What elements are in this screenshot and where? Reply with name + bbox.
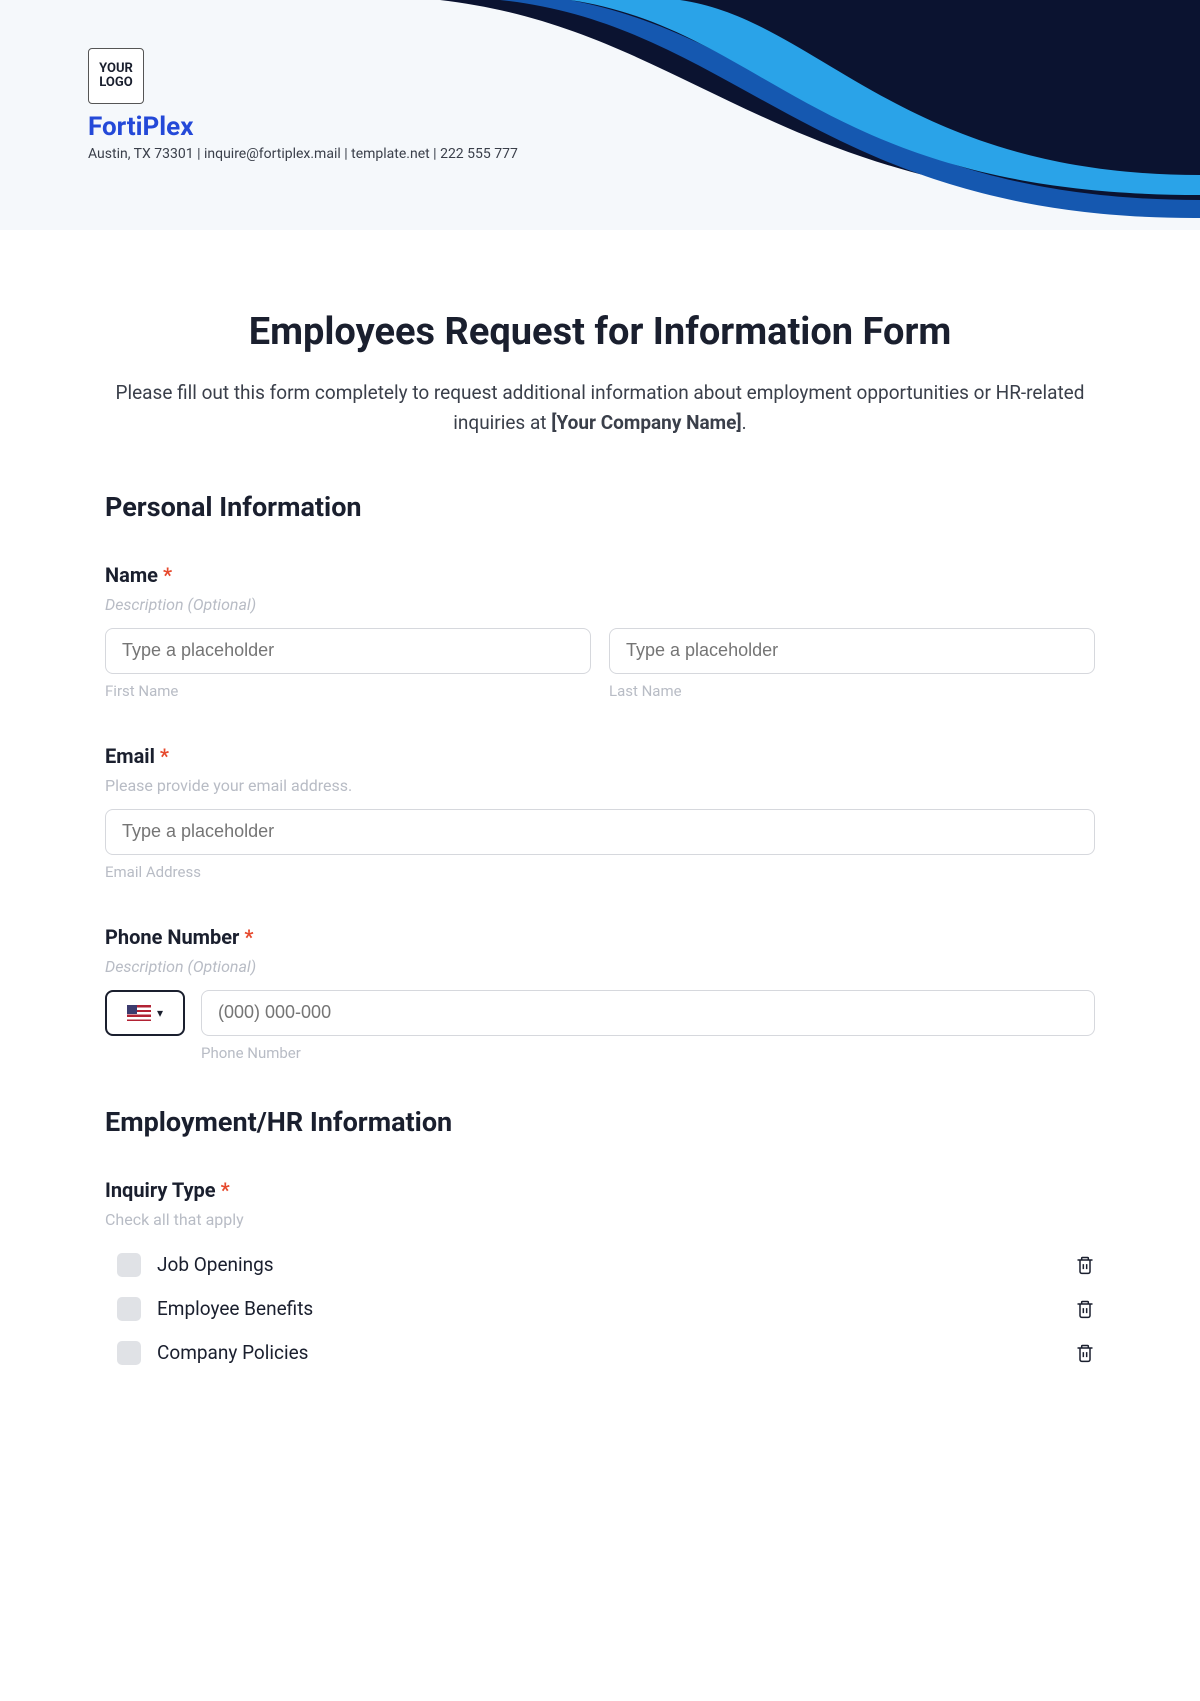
required-marker: * bbox=[221, 1178, 230, 1202]
trash-icon[interactable] bbox=[1075, 1299, 1095, 1319]
required-marker: * bbox=[244, 925, 253, 949]
email-label: Email * bbox=[105, 744, 1095, 768]
checkbox-job-openings[interactable] bbox=[117, 1253, 141, 1277]
email-desc: Please provide your email address. bbox=[105, 776, 1095, 795]
check-label: Company Policies bbox=[157, 1341, 1075, 1364]
field-phone: Phone Number * Description (Optional) ▾ … bbox=[105, 925, 1095, 1062]
check-label: Job Openings bbox=[157, 1253, 1075, 1276]
field-email: Email * Please provide your email addres… bbox=[105, 744, 1095, 881]
phone-desc: Description (Optional) bbox=[105, 957, 1095, 976]
header-swoosh bbox=[440, 0, 1200, 230]
company-meta: Austin, TX 73301 | inquire@fortiplex.mai… bbox=[88, 146, 518, 162]
name-desc: Description (Optional) bbox=[105, 595, 1095, 614]
email-input[interactable] bbox=[105, 809, 1095, 855]
last-name-input[interactable] bbox=[609, 628, 1095, 674]
field-name: Name * Description (Optional) First Name… bbox=[105, 563, 1095, 700]
form-content: Employees Request for Information Form P… bbox=[0, 230, 1200, 1459]
page-intro: Please fill out this form completely to … bbox=[105, 378, 1095, 439]
trash-icon[interactable] bbox=[1075, 1255, 1095, 1275]
last-name-sublabel: Last Name bbox=[609, 682, 1095, 700]
checkbox-employee-benefits[interactable] bbox=[117, 1297, 141, 1321]
phone-sublabel: Phone Number bbox=[201, 1044, 1095, 1062]
first-name-input[interactable] bbox=[105, 628, 591, 674]
intro-company-placeholder: [Your Company Name] bbox=[551, 411, 741, 434]
checkbox-company-policies[interactable] bbox=[117, 1341, 141, 1365]
us-flag-icon bbox=[127, 1005, 151, 1021]
section-personal-title: Personal Information bbox=[105, 491, 1095, 523]
list-item: Job Openings bbox=[105, 1243, 1095, 1287]
inquiry-desc: Check all that apply bbox=[105, 1210, 1095, 1229]
required-marker: * bbox=[160, 744, 169, 768]
inquiry-checklist: Job Openings Employee Benefits Company P… bbox=[105, 1243, 1095, 1375]
email-sublabel: Email Address bbox=[105, 863, 1095, 881]
country-code-select[interactable]: ▾ bbox=[105, 990, 185, 1036]
logo-text: YOUR LOGO bbox=[89, 62, 143, 91]
company-name: FortiPlex bbox=[88, 112, 193, 142]
trash-icon[interactable] bbox=[1075, 1343, 1095, 1363]
required-marker: * bbox=[163, 563, 172, 587]
field-inquiry-type: Inquiry Type * Check all that apply Job … bbox=[105, 1178, 1095, 1375]
inquiry-label: Inquiry Type * bbox=[105, 1178, 1095, 1202]
name-label: Name * bbox=[105, 563, 1095, 587]
list-item: Employee Benefits bbox=[105, 1287, 1095, 1331]
chevron-down-icon: ▾ bbox=[157, 1006, 163, 1020]
logo-placeholder: YOUR LOGO bbox=[88, 48, 144, 104]
phone-label: Phone Number * bbox=[105, 925, 1095, 949]
first-name-sublabel: First Name bbox=[105, 682, 591, 700]
phone-input[interactable] bbox=[201, 990, 1095, 1036]
section-hr-title: Employment/HR Information bbox=[105, 1106, 1095, 1138]
letterhead: YOUR LOGO FortiPlex Austin, TX 73301 | i… bbox=[0, 0, 1200, 230]
check-label: Employee Benefits bbox=[157, 1297, 1075, 1320]
page-title: Employees Request for Information Form bbox=[105, 310, 1095, 354]
list-item: Company Policies bbox=[105, 1331, 1095, 1375]
intro-text-post: . bbox=[742, 411, 747, 434]
